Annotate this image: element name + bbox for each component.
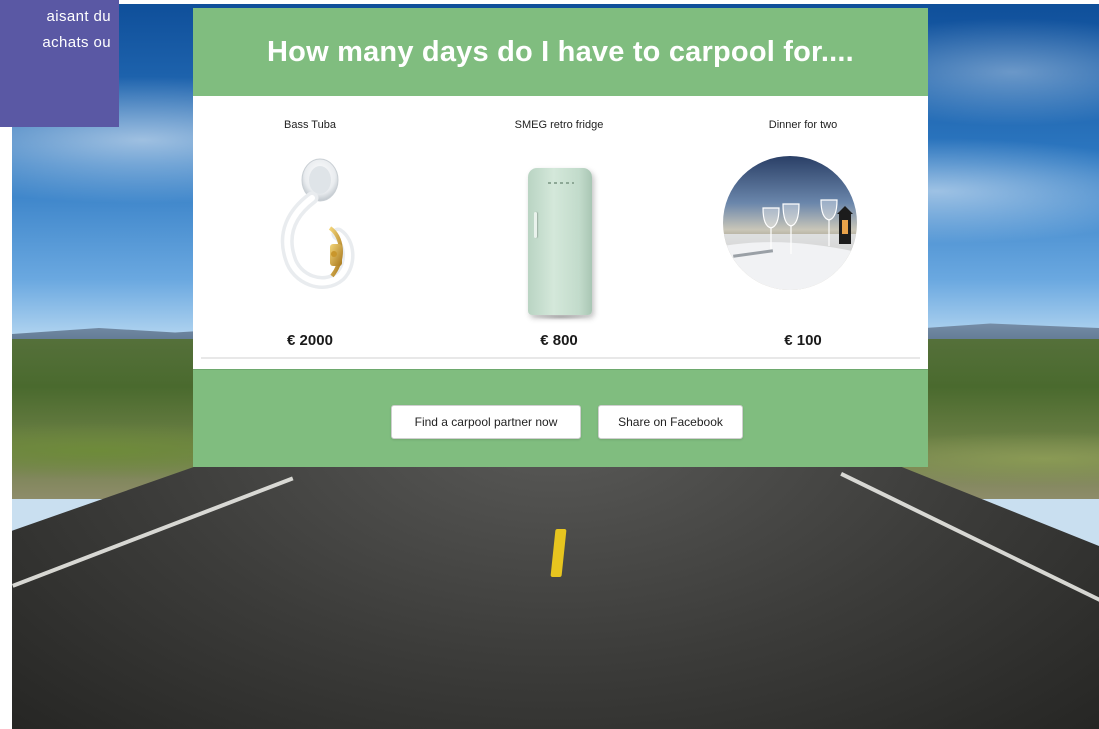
dinner-table-image [723,156,857,290]
note-text-line: achats ou [42,34,111,51]
item-name: Dinner for two [768,119,838,131]
carpool-card: How many days do I have to carpool for..… [193,8,928,467]
note-text-line: aisant du [46,8,111,25]
item-dinner-for-two: Dinner for two € 100 [693,96,913,369]
card-footer: Find a carpool partner now Share on Face… [193,369,928,467]
card-title: How many days do I have to carpool for..… [267,35,854,68]
item-price: € 100 [784,332,822,349]
fridge-image [528,168,592,315]
tuba-image [280,158,355,289]
divider [201,357,920,359]
items-section: Bass Tuba € 2000 SMEG retro fridge € 800… [193,96,928,369]
item-name: SMEG retro fridge [514,119,604,131]
find-carpool-partner-button[interactable]: Find a carpool partner now [391,405,581,439]
item-price: € 2000 [287,332,333,349]
fridge-handle [534,212,537,238]
item-bass-tuba: Bass Tuba € 2000 [200,96,420,369]
item-smeg-fridge: SMEG retro fridge € 800 [449,96,669,369]
card-header: How many days do I have to carpool for..… [193,8,928,96]
fridge-logo [548,182,574,184]
share-on-facebook-button[interactable]: Share on Facebook [598,405,743,439]
note-text-box: aisant du achats ou [0,0,119,127]
item-name: Bass Tuba [284,119,336,131]
page: aisant du achats ou How many days do I h… [0,0,1099,729]
item-price: € 800 [540,332,578,349]
dinner-scene-drawing [723,199,857,290]
